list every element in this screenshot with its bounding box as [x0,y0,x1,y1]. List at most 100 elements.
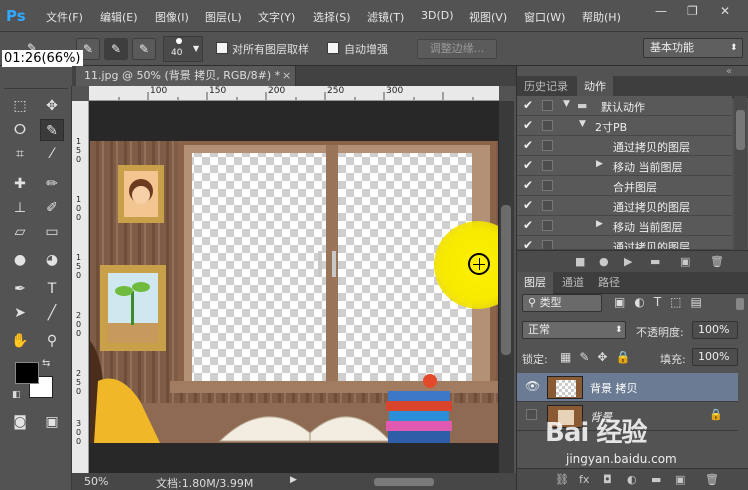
lock-transparent-icon[interactable]: ▦ [560,350,579,364]
expand-icon[interactable]: ▶ [596,159,603,169]
clone-stamp-tool-icon[interactable]: ⊥ [8,197,32,219]
vertical-scroll-thumb[interactable] [501,205,511,355]
dialog-toggle[interactable] [542,160,553,171]
trash-icon[interactable]: 🗑 [705,473,719,486]
quick-selection-tool-icon[interactable]: ✎ [40,119,64,141]
blur-tool-icon[interactable]: ● [8,249,32,271]
action-row[interactable]: ✔ 通过拷贝的图层 [517,196,732,216]
dodge-tool-icon[interactable]: ◕ [40,249,64,271]
line-tool-icon[interactable]: ╱ [40,302,64,324]
document-tab[interactable]: 11.jpg @ 50% (背景 拷贝, RGB/8#) * × [76,66,296,86]
move-tool-icon[interactable]: ✥ [40,95,64,117]
eyedropper-tool-icon[interactable]: ⁄ [40,143,64,165]
type-tool-icon[interactable]: T [40,278,64,300]
action-row[interactable]: ✔ ▼ ▬ 默认动作 [517,96,732,116]
check-icon[interactable]: ✔ [523,198,533,212]
opacity-input[interactable]: 100% [692,321,738,339]
lock-image-icon[interactable]: ✎ [579,350,597,364]
menu-3d[interactable]: 3D(D) [421,9,454,22]
fill-input[interactable]: 100% [692,348,738,366]
actions-scrollbar[interactable] [734,96,747,250]
menu-help[interactable]: 帮助(H) [582,9,621,25]
menu-select[interactable]: 选择(S) [313,9,351,25]
add-mask-icon[interactable]: ◘ [603,473,612,486]
panel-collapse-icon[interactable]: « [726,66,732,77]
lock-all-icon[interactable]: 🔒 [615,350,638,364]
auto-enhance-checkbox[interactable] [327,42,339,54]
minimize-button[interactable]: — [655,4,667,18]
expand-icon[interactable]: ▼ [563,99,570,109]
swap-colors-icon[interactable]: ⇆ [42,358,50,369]
close-tab-icon[interactable]: × [282,66,291,86]
visibility-toggle[interactable] [526,409,537,420]
eraser-tool-icon[interactable]: ▱ [8,221,32,243]
image-filter-icon[interactable]: ▣ [614,295,634,309]
dialog-toggle[interactable] [542,220,553,231]
new-layer-icon[interactable]: ▣ [675,473,685,486]
action-row[interactable]: ✔ ▼ 2寸PB [517,116,732,136]
brush-tool-icon[interactable]: ✏ [40,173,64,195]
adjustment-filter-icon[interactable]: ◐ [634,295,653,309]
sample-all-layers-checkbox[interactable] [216,42,228,54]
link-layers-icon[interactable]: ⛓ [555,473,569,486]
dialog-toggle[interactable] [542,120,553,131]
gradient-tool-icon[interactable]: ▭ [40,221,64,243]
crop-tool-icon[interactable]: ⌗ [8,143,32,165]
hand-tool-icon[interactable]: ✋ [8,330,32,352]
action-row[interactable]: ✔ ▶ 移动 当前图层 [517,216,732,236]
path-selection-tool-icon[interactable]: ➤ [8,302,32,324]
tab-history[interactable]: 历史记录 [517,76,575,98]
check-icon[interactable]: ✔ [523,178,533,192]
add-to-selection-mode[interactable]: ✎ [104,38,128,60]
action-row[interactable]: ✔ 通过拷贝的图层 [517,136,732,156]
dialog-toggle[interactable] [542,100,553,111]
action-row[interactable]: ✔ ▶ 移动 当前图层 [517,156,732,176]
filter-toggle[interactable] [736,298,744,310]
text-filter-icon[interactable]: T [654,295,670,309]
dialog-toggle[interactable] [542,140,553,151]
shape-filter-icon[interactable]: ⬚ [670,295,690,309]
workspace-select[interactable]: 基本功能 ⬍ [643,38,743,58]
subtract-from-selection-mode[interactable]: ✎ [132,38,156,60]
actions-scroll-thumb[interactable] [736,110,745,150]
check-icon[interactable]: ✔ [523,98,533,112]
menu-file[interactable]: 文件(F) [46,9,83,25]
quick-mask-icon[interactable]: ◙ [8,411,32,433]
layer-filter-select[interactable]: ⚲ 类型 [522,294,602,312]
pen-tool-icon[interactable]: ✒ [8,278,32,300]
expand-icon[interactable]: ▶ [596,219,603,229]
adjustment-layer-icon[interactable]: ◐ [627,473,637,486]
eye-icon[interactable]: 👁 [525,379,540,393]
lasso-tool-icon[interactable]: ⵔ [8,119,32,141]
check-icon[interactable]: ✔ [523,218,533,232]
new-group-icon[interactable]: ▬ [651,473,661,486]
healing-brush-tool-icon[interactable]: ✚ [8,173,32,195]
menu-layer[interactable]: 图层(L) [205,9,242,25]
tab-channels[interactable]: 通道 [555,272,591,294]
expand-icon[interactable]: ▼ [579,119,586,129]
dialog-toggle[interactable] [542,180,553,191]
new-action-icon[interactable]: ▣ [680,255,690,268]
brush-size-picker[interactable]: 40 ▼ [163,36,203,62]
new-set-icon[interactable]: ▬ [650,255,660,268]
layer-row-selected[interactable]: 👁 背景 拷贝 [517,373,738,402]
trash-icon[interactable]: 🗑 [710,255,724,268]
record-icon[interactable]: ● [599,255,609,268]
stop-icon[interactable]: ■ [575,255,585,268]
check-icon[interactable]: ✔ [523,158,533,172]
marquee-tool-icon[interactable]: ⬚ [8,95,32,117]
close-button[interactable]: ✕ [720,4,730,18]
action-row[interactable]: ✔ 合并图层 [517,176,732,196]
play-icon[interactable]: ▶ [624,255,632,268]
dialog-toggle[interactable] [542,240,553,249]
menu-view[interactable]: 视图(V) [469,9,507,25]
blend-mode-select[interactable]: 正常 ⬍ [522,321,626,339]
menu-window[interactable]: 窗口(W) [524,9,565,25]
menu-edit[interactable]: 编辑(E) [100,9,138,25]
tab-paths[interactable]: 路径 [591,272,627,294]
toolbar-grip[interactable] [4,88,68,94]
check-icon[interactable]: ✔ [523,118,533,132]
menu-image[interactable]: 图像(I) [155,9,189,25]
check-icon[interactable]: ✔ [523,138,533,152]
horizontal-scroll-thumb[interactable] [374,478,434,486]
